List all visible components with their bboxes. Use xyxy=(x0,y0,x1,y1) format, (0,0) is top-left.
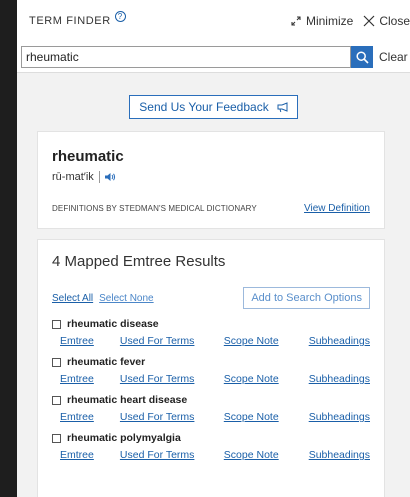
scope-note-link[interactable]: Scope Note xyxy=(224,449,309,461)
result-term[interactable]: rheumatic fever xyxy=(67,356,145,368)
definition-source: DEFINITIONS BY STEDMAN'S MEDICAL DICTION… xyxy=(52,204,257,213)
result-term-rest: fever xyxy=(117,356,146,368)
search-row: Clear xyxy=(17,42,410,73)
add-to-search-options-button[interactable]: Add to Search Options xyxy=(243,287,370,309)
minimize-label: Minimize xyxy=(305,14,354,28)
scope-note-link[interactable]: Scope Note xyxy=(224,373,309,385)
results-actions: Select All Select None Add to Search Opt… xyxy=(52,287,370,309)
pronunciation-divider xyxy=(98,171,100,183)
feedback-label: Send Us Your Feedback xyxy=(139,100,269,114)
result-item: rheumatic heart disease Emtree Used For … xyxy=(52,394,370,423)
results-title: 4 Mapped Emtree Results xyxy=(52,253,226,270)
term-finder-panel: TERM FINDER ? Minimize Close rheumatic C… xyxy=(17,0,410,497)
subheadings-link[interactable]: Subheadings xyxy=(309,411,370,423)
emtree-link[interactable]: Emtree xyxy=(60,335,120,347)
result-term-match: rheumatic xyxy=(67,318,118,330)
result-head: rheumatic polymyalgia xyxy=(52,432,370,444)
emtree-link[interactable]: Emtree xyxy=(60,449,120,461)
close-label: Close xyxy=(379,14,410,28)
result-term-match: rheumatic xyxy=(67,432,118,444)
subheadings-link[interactable]: Subheadings xyxy=(309,335,370,347)
minimize-icon xyxy=(291,16,301,26)
result-checkbox[interactable] xyxy=(52,357,61,367)
used-for-terms-link[interactable]: Used For Terms xyxy=(120,411,224,423)
result-item: rheumatic disease Emtree Used For Terms … xyxy=(52,318,370,347)
result-head: rheumatic fever xyxy=(52,356,370,368)
clear-button[interactable]: Clear xyxy=(379,50,408,64)
result-links: Emtree Used For Terms Scope Note Subhead… xyxy=(52,335,370,347)
send-feedback-button[interactable]: Send Us Your Feedback xyxy=(129,95,298,119)
close-button[interactable]: Close xyxy=(363,14,410,28)
search-icon xyxy=(355,50,369,64)
pronunciation: rū-mat′ik xyxy=(52,171,94,183)
panel-title-text: TERM FINDER xyxy=(29,15,111,27)
pronunciation-row: rū-mat′ik xyxy=(52,171,370,183)
result-links: Emtree Used For Terms Scope Note Subhead… xyxy=(52,411,370,423)
result-head: rheumatic heart disease xyxy=(52,394,370,406)
minimize-button[interactable]: Minimize xyxy=(290,14,353,28)
result-checkbox[interactable] xyxy=(52,319,61,329)
result-term[interactable]: rheumatic polymyalgia xyxy=(67,432,181,444)
used-for-terms-link[interactable]: Used For Terms xyxy=(120,335,224,347)
result-term-match: rheumatic xyxy=(67,394,118,406)
feedback-area: Send Us Your Feedback xyxy=(17,95,410,119)
emtree-link[interactable]: Emtree xyxy=(60,411,120,423)
emtree-results-card: 4 Mapped Emtree Results Select All Selec… xyxy=(37,239,385,497)
close-icon xyxy=(363,15,375,27)
result-head: rheumatic disease xyxy=(52,318,370,330)
result-term-rest: heart disease xyxy=(117,394,188,406)
speaker-icon[interactable] xyxy=(104,172,116,182)
search-button[interactable] xyxy=(351,46,373,68)
emtree-link[interactable]: Emtree xyxy=(60,373,120,385)
term-finder-header: TERM FINDER ? Minimize Close xyxy=(17,0,410,42)
used-for-terms-link[interactable]: Used For Terms xyxy=(120,373,224,385)
select-all-link[interactable]: Select All xyxy=(52,293,93,304)
result-checkbox[interactable] xyxy=(52,395,61,405)
feedback-icon xyxy=(277,101,288,112)
scope-note-link[interactable]: Scope Note xyxy=(224,335,309,347)
result-item: rheumatic fever Emtree Used For Terms Sc… xyxy=(52,356,370,385)
help-icon[interactable]: ? xyxy=(114,10,126,22)
result-item: rheumatic polymyalgia Emtree Used For Te… xyxy=(52,432,370,461)
definition-footer: DEFINITIONS BY STEDMAN'S MEDICAL DICTION… xyxy=(52,203,370,214)
used-for-terms-link[interactable]: Used For Terms xyxy=(120,449,224,461)
select-none-link[interactable]: Select None xyxy=(99,293,153,304)
result-term-rest: polymyalgia xyxy=(117,432,181,444)
definition-card: rheumatic rū-mat′ik DEFINITIONS BY STEDM… xyxy=(37,131,385,229)
result-term-match: rheumatic xyxy=(67,356,118,368)
panel-title: TERM FINDER ? xyxy=(29,10,126,27)
search-input[interactable] xyxy=(21,46,351,68)
view-definition-link[interactable]: View Definition xyxy=(304,203,370,214)
header-actions: Minimize Close xyxy=(280,0,410,42)
result-term[interactable]: rheumatic heart disease xyxy=(67,394,187,406)
scope-note-link[interactable]: Scope Note xyxy=(224,411,309,423)
definition-term: rheumatic xyxy=(52,148,124,165)
subheadings-link[interactable]: Subheadings xyxy=(309,373,370,385)
result-term[interactable]: rheumatic disease xyxy=(67,318,159,330)
subheadings-link[interactable]: Subheadings xyxy=(309,449,370,461)
result-links: Emtree Used For Terms Scope Note Subhead… xyxy=(52,449,370,461)
result-links: Emtree Used For Terms Scope Note Subhead… xyxy=(52,373,370,385)
result-checkbox[interactable] xyxy=(52,433,61,443)
result-term-rest: disease xyxy=(117,318,159,330)
